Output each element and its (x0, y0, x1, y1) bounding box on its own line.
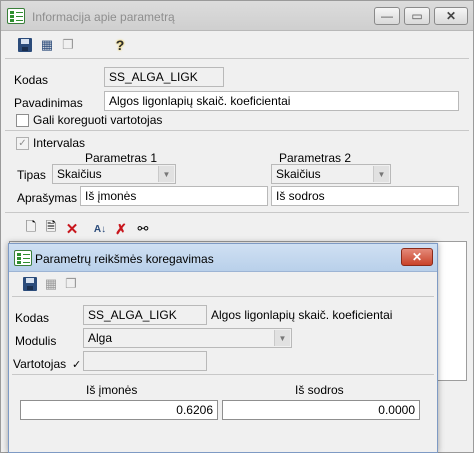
kodas-description: Algos ligonlapių skaič. koeficientai (211, 308, 393, 322)
binoculars-icon: ⚯ (137, 221, 149, 236)
parameter-values-edit-window: Parametrų reikšmės koregavimas ✕ ▦ ❐ Kod… (8, 243, 438, 453)
tipas2-value: Skaičius (276, 167, 321, 181)
aprasymas1-field[interactable]: Iš įmonės (80, 186, 268, 206)
edit-form-button[interactable]: ▦ (42, 275, 60, 293)
toolbar-divider (12, 296, 434, 297)
outer-close-button[interactable]: ✕ (434, 7, 468, 25)
save-button[interactable] (21, 275, 39, 293)
app-form-icon (14, 250, 32, 266)
chevron-down-icon: ▼ (158, 166, 174, 182)
tipas2-dropdown[interactable]: Skaičius ▼ (271, 164, 391, 184)
vartotojas-label: Vartotojas (13, 357, 67, 371)
inner-close-button[interactable]: ✕ (401, 248, 433, 266)
chevron-down-icon: ▼ (274, 330, 290, 346)
copy-button[interactable]: ❐ (62, 275, 80, 293)
pavadinimas-field[interactable]: Algos ligonlapių skaič. koeficientai (104, 91, 459, 111)
is-sodros-header: Iš sodros (295, 383, 344, 397)
chevron-down-icon: ▼ (373, 166, 389, 182)
floppy-disk-icon (23, 277, 37, 291)
maximize-button[interactable]: ▭ (404, 7, 430, 25)
sort-button[interactable]: A↓ (91, 220, 109, 238)
gali-koreguoti-checkbox[interactable] (16, 114, 29, 127)
clear-filter-button[interactable]: ✗ (112, 220, 130, 238)
new-document-icon: 🗋 (25, 219, 37, 234)
grid-divider (5, 212, 469, 213)
help-button[interactable]: ? (111, 36, 129, 54)
kodas-label: Kodas (14, 73, 49, 87)
edit-form-icon: ▦ (40, 37, 54, 52)
section-divider (5, 130, 469, 131)
save-button[interactable] (16, 36, 34, 54)
kodas-label: Kodas (15, 311, 50, 325)
aprasymas-label: Aprašymas (17, 191, 78, 205)
new-record-button[interactable]: 🗋 (22, 219, 40, 238)
find-button[interactable]: ⚯ (134, 220, 152, 238)
tipas1-dropdown[interactable]: Skaičius ▼ (52, 164, 176, 184)
edit-form-icon: ▦ (44, 276, 58, 291)
parametras1-header: Parametras 1 (85, 151, 158, 165)
edit-form-button[interactable]: ▦ (38, 36, 56, 54)
floppy-disk-icon (18, 38, 32, 52)
app-form-icon (7, 8, 25, 24)
edit-document-icon: 🗎 (45, 219, 57, 234)
aprasymas2-field[interactable]: Iš sodros (271, 186, 459, 206)
is-imones-header: Iš įmonės (86, 383, 138, 397)
delete-record-button[interactable]: ✕ (63, 220, 81, 238)
modulis-dropdown[interactable]: Alga ▼ (83, 328, 292, 348)
checkmark-icon: ✓ (72, 359, 82, 371)
is-sodros-value-field[interactable]: 0.0000 (222, 400, 420, 420)
intervalas-checkbox[interactable]: ✓ (16, 137, 29, 150)
pavadinimas-label: Pavadinimas (14, 96, 83, 110)
outer-title-bar[interactable]: Informacija apie parametrą — ▭ ✕ (1, 1, 473, 31)
copy-button[interactable]: ❐ (59, 36, 77, 54)
modulis-label: Modulis (15, 334, 57, 348)
clear-filter-icon: ✗ (115, 220, 127, 237)
inner-window-title: Parametrų reikšmės koregavimas (35, 252, 214, 266)
inner-title-bar[interactable]: Parametrų reikšmės koregavimas ✕ (9, 244, 437, 272)
is-imones-value-field[interactable]: 0.6206 (20, 400, 218, 420)
modulis-value: Alga (88, 331, 113, 345)
parametras2-header: Parametras 2 (279, 151, 352, 165)
sort-az-icon: A↓ (93, 223, 107, 235)
tipas-label: Tipas (17, 168, 46, 182)
intervalas-label: Intervalas (33, 136, 86, 150)
vartotojas-field[interactable] (83, 351, 207, 371)
copy-icon: ❐ (65, 276, 77, 291)
kodas-field[interactable]: SS_ALGA_LIGK (83, 305, 207, 325)
delete-icon: ✕ (65, 221, 79, 238)
copy-icon: ❐ (62, 37, 74, 52)
kodas-field[interactable]: SS_ALGA_LIGK (104, 67, 224, 87)
outer-window-title: Informacija apie parametrą (32, 10, 175, 24)
tipas1-value: Skaičius (57, 167, 102, 181)
toolbar-divider (5, 58, 469, 59)
gali-koreguoti-label: Gali koreguoti vartotojas (33, 113, 163, 127)
minimize-button[interactable]: — (374, 7, 400, 25)
values-divider (12, 374, 434, 375)
edit-record-button[interactable]: 🗎 (42, 219, 60, 238)
help-icon: ? (115, 37, 125, 53)
